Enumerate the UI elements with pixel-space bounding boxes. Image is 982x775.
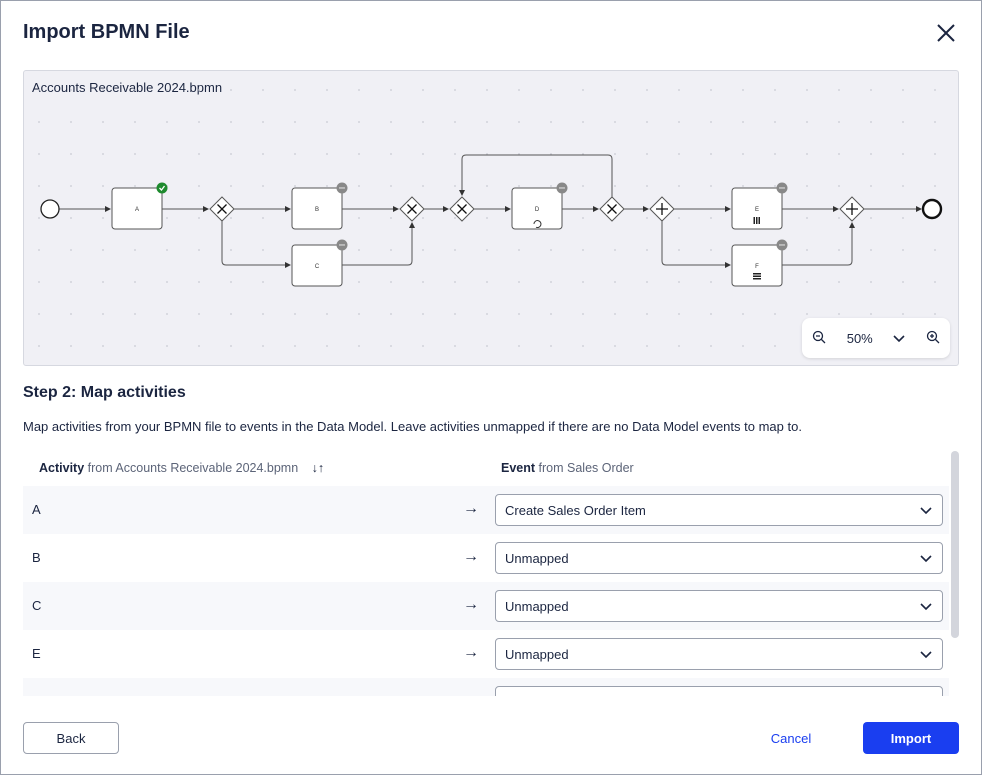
task-label: C <box>315 264 320 270</box>
header-rest: from Accounts Receivable 2024.bpmn <box>87 461 299 475</box>
task-label: A <box>135 207 139 213</box>
zoom-controls: 50% <box>802 318 950 358</box>
task-label: D <box>535 207 540 213</box>
chevron-down-icon[interactable] <box>893 331 905 346</box>
table-row: C → Unmapped <box>23 582 949 630</box>
chevron-down-icon <box>920 555 932 563</box>
event-column-header: Event from Sales Order <box>501 461 634 475</box>
sort-icon[interactable]: ↓↑ <box>312 461 325 475</box>
event-select[interactable]: Create Sales Order Item <box>495 494 943 526</box>
step-title: Step 2: Map activities <box>23 384 186 401</box>
arrow-right-icon: → <box>463 500 479 517</box>
task-label: B <box>315 207 319 213</box>
event-select[interactable]: Unmapped <box>495 638 943 670</box>
import-button[interactable]: Import <box>863 722 959 754</box>
arrow-right-icon: → <box>463 644 479 661</box>
check-badge-icon <box>156 182 168 194</box>
table-row: F → Unmapped <box>23 678 949 696</box>
parallel-marker-icon <box>753 217 755 224</box>
mapping-list: Activity from Accounts Receivable 2024.b… <box>23 451 949 696</box>
event-value: Unmapped <box>505 695 569 696</box>
header-bold: Event <box>501 461 536 475</box>
event-value: Unmapped <box>505 551 569 566</box>
sequential-marker-icon <box>753 273 761 275</box>
parallel-marker-icon <box>756 217 758 224</box>
dialog-title: Import BPMN File <box>23 21 190 43</box>
close-icon[interactable] <box>934 21 958 45</box>
activity-name: F <box>32 694 40 696</box>
start-event <box>40 199 60 219</box>
sequential-marker-icon <box>753 275 761 277</box>
zoom-in-icon[interactable] <box>926 330 940 347</box>
activity-column-header[interactable]: Activity from Accounts Receivable 2024.b… <box>39 461 324 475</box>
end-event <box>921 198 943 220</box>
arrow-right-icon: → <box>463 596 479 613</box>
event-select[interactable]: Unmapped <box>495 686 943 696</box>
chevron-down-icon <box>920 603 932 611</box>
event-value: Create Sales Order Item <box>505 503 646 518</box>
event-value: Unmapped <box>505 647 569 662</box>
cancel-button[interactable]: Cancel <box>751 722 831 754</box>
arrow-right-icon: → <box>463 692 479 696</box>
table-row: E → Unmapped <box>23 630 949 678</box>
task-label: E <box>755 207 759 213</box>
header-rest: from Sales Order <box>538 461 634 475</box>
arrow-right-icon: → <box>463 548 479 565</box>
header-bold: Activity <box>39 461 85 475</box>
parallel-marker-icon <box>758 217 760 224</box>
step-description: Map activities from your BPMN file to ev… <box>23 419 802 434</box>
event-value: Unmapped <box>505 599 569 614</box>
activity-name: A <box>32 502 41 517</box>
table-row: A → Create Sales Order Item <box>23 486 949 534</box>
chevron-down-icon <box>920 694 932 696</box>
event-select[interactable]: Unmapped <box>495 542 943 574</box>
zoom-level: 50% <box>846 330 873 346</box>
chevron-down-icon <box>920 651 932 659</box>
back-button[interactable]: Back <box>23 722 119 754</box>
activity-name: B <box>32 550 41 565</box>
zoom-out-icon[interactable] <box>812 330 826 347</box>
task-label: F <box>755 264 759 270</box>
activity-name: E <box>32 646 41 661</box>
activity-name: C <box>32 598 42 613</box>
table-row: B → Unmapped <box>23 534 949 582</box>
bpmn-canvas[interactable]: Accounts Receivable 2024.bpmn ABCDEF 50% <box>23 70 959 366</box>
event-select[interactable]: Unmapped <box>495 590 943 622</box>
chevron-down-icon <box>920 507 932 515</box>
scrollbar-thumb[interactable] <box>951 451 959 638</box>
sequential-marker-icon <box>753 278 761 280</box>
